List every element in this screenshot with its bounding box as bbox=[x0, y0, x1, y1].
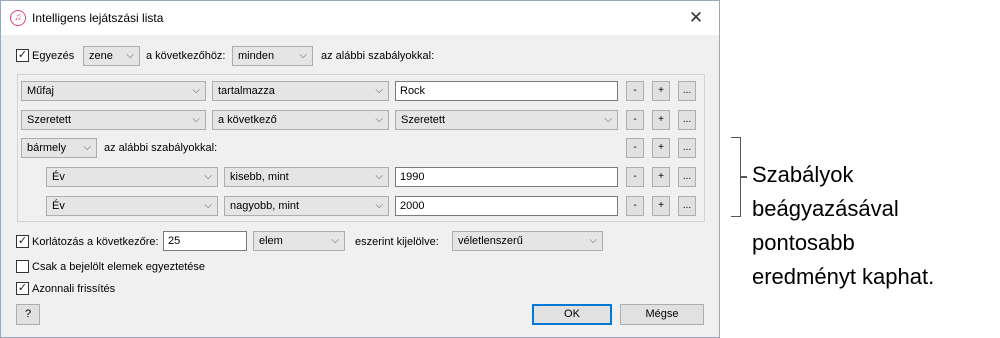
nested-rule-field-select[interactable]: Év ⌵ bbox=[46, 196, 218, 216]
following-label: a következőhöz: bbox=[146, 50, 226, 62]
chevron-down-icon: ⌵ bbox=[375, 200, 383, 211]
remove-rule-button[interactable]: - bbox=[626, 167, 644, 187]
match-scope-value: minden bbox=[238, 50, 275, 62]
rule-field-select[interactable]: Szeretett ⌵ bbox=[21, 110, 206, 130]
media-kind-value: zene bbox=[89, 50, 113, 62]
chevron-down-icon: ⌵ bbox=[331, 235, 339, 246]
rule-operator-value: a következő bbox=[218, 114, 277, 126]
music-note-icon: ♫ bbox=[10, 10, 26, 26]
nested-scope-value: bármely bbox=[27, 142, 67, 154]
add-nested-rule-button[interactable]: ... bbox=[678, 167, 696, 187]
add-rule-button[interactable]: + bbox=[652, 110, 670, 130]
help-button[interactable]: ? bbox=[16, 304, 40, 325]
rule-value-input[interactable]: Rock bbox=[395, 81, 618, 101]
nested-scope-select[interactable]: bármely ⌵ bbox=[21, 138, 97, 158]
callout-leader bbox=[741, 176, 747, 178]
add-nested-rule-button[interactable]: ... bbox=[678, 110, 696, 130]
selected-by-label: eszerint kijelölve: bbox=[355, 236, 439, 248]
remove-rule-button[interactable]: - bbox=[626, 110, 644, 130]
callout-line: Szabályok bbox=[752, 162, 854, 187]
title-bar: ♫ Intelligens lejátszási lista ✕ bbox=[1, 1, 719, 35]
chevron-down-icon: ⌵ bbox=[299, 50, 307, 61]
live-update-label: Azonnali frissítés bbox=[32, 283, 116, 295]
limit-checkbox[interactable]: ✓ bbox=[16, 235, 29, 248]
callout-line: beágyazásával bbox=[752, 196, 899, 221]
rule-value-select[interactable]: Szeretett ⌵ bbox=[395, 110, 618, 130]
rule-operator-select[interactable]: a következő ⌵ bbox=[212, 110, 389, 130]
chevron-down-icon: ⌵ bbox=[192, 114, 200, 125]
rule-field-value: Műfaj bbox=[27, 85, 54, 97]
nested-rules-label: az alábbi szabályokkal: bbox=[104, 142, 218, 154]
chevron-down-icon: ⌵ bbox=[375, 85, 383, 96]
remove-rule-button[interactable]: - bbox=[626, 81, 644, 101]
limit-label: Korlátozás a következőre: bbox=[32, 236, 159, 248]
chevron-down-icon: ⌵ bbox=[375, 171, 383, 182]
live-update-checkbox[interactable]: ✓ bbox=[16, 282, 29, 295]
nested-rule-operator-value: kisebb, mint bbox=[230, 171, 289, 183]
ok-button[interactable]: OK bbox=[532, 304, 612, 325]
add-nested-rule-button[interactable]: ... bbox=[678, 138, 696, 158]
media-kind-select[interactable]: zene ⌵ bbox=[83, 46, 140, 66]
rules-label: az alábbi szabályokkal: bbox=[321, 50, 435, 62]
add-nested-rule-button[interactable]: ... bbox=[678, 196, 696, 216]
limit-unit-value: elem bbox=[259, 235, 283, 247]
nested-rule-operator-select[interactable]: nagyobb, mint ⌵ bbox=[224, 196, 389, 216]
rule-value-value: Szeretett bbox=[401, 114, 446, 126]
cancel-button[interactable]: Mégse bbox=[620, 304, 704, 325]
selected-by-value: véletlenszerű bbox=[458, 235, 523, 247]
chevron-down-icon: ⌵ bbox=[604, 114, 612, 125]
nested-rule-operator-select[interactable]: kisebb, mint ⌵ bbox=[224, 167, 389, 187]
chevron-down-icon: ⌵ bbox=[204, 171, 212, 182]
callout-text: Szabályok beágyazásával pontosabb eredmé… bbox=[752, 158, 1000, 294]
callout-line: eredményt kaphat. bbox=[752, 264, 935, 289]
checked-only-checkbox[interactable] bbox=[16, 260, 29, 273]
limit-amount-input[interactable]: 25 bbox=[163, 231, 247, 251]
smart-playlist-dialog: ♫ Intelligens lejátszási lista ✕ ✓ Egyez… bbox=[0, 0, 720, 338]
chevron-down-icon: ⌵ bbox=[375, 114, 383, 125]
add-rule-button[interactable]: + bbox=[652, 138, 670, 158]
callout-line: pontosabb bbox=[752, 230, 855, 255]
add-rule-button[interactable]: + bbox=[652, 196, 670, 216]
add-rule-button[interactable]: + bbox=[652, 81, 670, 101]
nested-rule-field-value: Év bbox=[52, 200, 65, 212]
chevron-down-icon: ⌵ bbox=[204, 200, 212, 211]
rule-operator-select[interactable]: tartalmazza ⌵ bbox=[212, 81, 389, 101]
match-label: Egyezés bbox=[32, 50, 75, 62]
rule-field-value: Szeretett bbox=[27, 114, 72, 126]
chevron-down-icon: ⌵ bbox=[126, 50, 134, 61]
nested-rule-operator-value: nagyobb, mint bbox=[230, 200, 300, 212]
nested-rule-field-value: Év bbox=[52, 171, 65, 183]
remove-rule-button[interactable]: - bbox=[626, 196, 644, 216]
nested-rule-value-input[interactable]: 1990 bbox=[395, 167, 618, 187]
match-checkbox[interactable]: ✓ bbox=[16, 49, 29, 62]
remove-rule-button[interactable]: - bbox=[626, 138, 644, 158]
callout-bracket bbox=[731, 137, 741, 217]
chevron-down-icon: ⌵ bbox=[83, 142, 91, 153]
checked-only-label: Csak a bejelölt elemek egyeztetése bbox=[32, 261, 206, 273]
limit-unit-select[interactable]: elem ⌵ bbox=[253, 231, 345, 251]
nested-rule-value-input[interactable]: 2000 bbox=[395, 196, 618, 216]
chevron-down-icon: ⌵ bbox=[589, 235, 597, 246]
selected-by-select[interactable]: véletlenszerű ⌵ bbox=[452, 231, 603, 251]
nested-rule-field-select[interactable]: Év ⌵ bbox=[46, 167, 218, 187]
add-rule-button[interactable]: + bbox=[652, 167, 670, 187]
close-icon[interactable]: ✕ bbox=[673, 1, 719, 35]
window-title: Intelligens lejátszási lista bbox=[32, 11, 164, 25]
chevron-down-icon: ⌵ bbox=[192, 85, 200, 96]
rule-field-select[interactable]: Műfaj ⌵ bbox=[21, 81, 206, 101]
add-nested-rule-button[interactable]: ... bbox=[678, 81, 696, 101]
rule-operator-value: tartalmazza bbox=[218, 85, 275, 97]
match-scope-select[interactable]: minden ⌵ bbox=[232, 46, 313, 66]
